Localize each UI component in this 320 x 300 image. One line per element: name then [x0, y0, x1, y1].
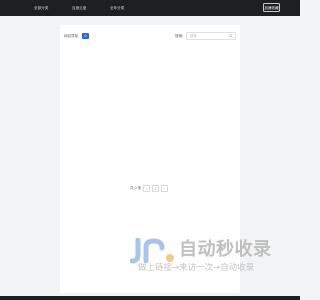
nav-item-baidu-cloud[interactable]: 百度云盘: [72, 5, 86, 11]
nav-item-all-categories[interactable]: 全部分类: [34, 5, 48, 11]
pagination-prev-button[interactable]: ‹: [143, 185, 150, 192]
watermark-slogan: 做上链接→来访一次→自动收录: [138, 263, 255, 273]
count-badge: 0: [82, 33, 89, 39]
nav-item-yearly-categories[interactable]: 全年分类: [110, 5, 124, 11]
top-navigation-bar: 全部分类 百度云盘 全年分类 加速收藏: [0, 0, 300, 16]
watermark-title: 自动秒收录: [179, 239, 272, 260]
search-label: 搜索:: [175, 34, 184, 38]
watermark: 自动秒收录 做上链接→来访一次→自动收录: [130, 238, 280, 278]
pagination-next-button[interactable]: ›: [161, 185, 168, 192]
pagination-page-button[interactable]: 1: [152, 185, 159, 192]
pagination-total: 共 0 条: [130, 186, 142, 190]
search-box: [186, 31, 236, 40]
search-input[interactable]: [190, 32, 226, 40]
search-icon[interactable]: [229, 34, 233, 38]
watermark-logo: [130, 238, 174, 264]
favorite-button[interactable]: 加速收藏: [263, 3, 280, 12]
footer-bar: [0, 296, 300, 300]
section-title: 网站导航: [64, 34, 79, 38]
